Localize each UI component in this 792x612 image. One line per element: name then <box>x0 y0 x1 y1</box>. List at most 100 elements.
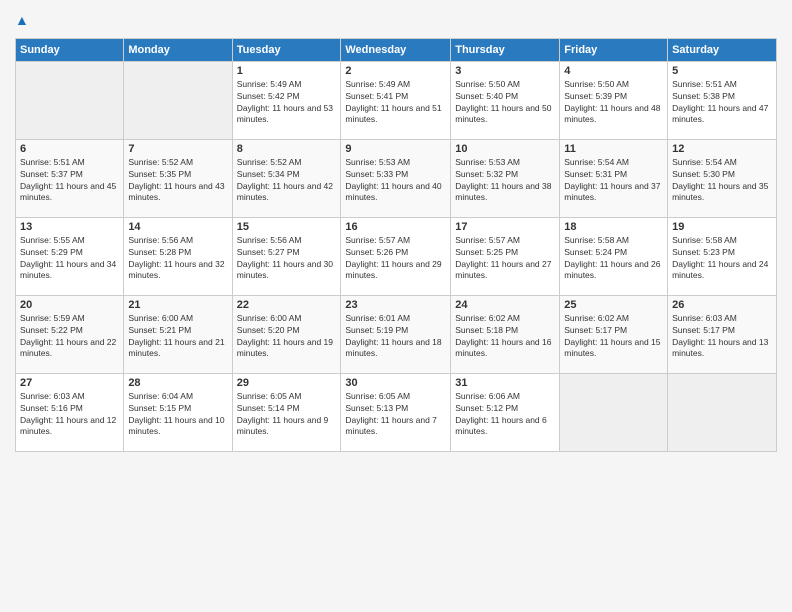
day-number: 12 <box>672 143 772 155</box>
day-number: 31 <box>455 377 555 389</box>
day-number: 23 <box>345 299 446 311</box>
header-day: Thursday <box>451 38 560 61</box>
calendar-cell: 21 Sunrise: 6:00 AM Sunset: 5:21 PM Dayli… <box>124 295 232 373</box>
calendar-cell: 14Sunrise: 5:56 AM Sunset: 5:28 PM Dayli… <box>124 217 232 295</box>
day-number: 21 <box>128 299 227 311</box>
cell-info: Sunrise: 5:49 AM Sunset: 5:42 PM Dayligh… <box>237 79 337 127</box>
calendar-cell: 16Sunrise: 5:57 AM Sunset: 5:26 PM Dayli… <box>341 217 451 295</box>
cell-info: Sunrise: 6:06 AM Sunset: 5:12 PM Dayligh… <box>455 391 555 439</box>
calendar-cell: 17 Sunrise: 5:57 AM Sunset: 5:25 PM Dayli… <box>451 217 560 295</box>
cell-info: Sunrise: 6:02 AM Sunset: 5:18 PM Dayligh… <box>455 313 555 361</box>
header-day: Saturday <box>668 38 777 61</box>
calendar-cell: 5 Sunrise: 5:51 AM Sunset: 5:38 PM Daylig… <box>668 61 777 139</box>
calendar-cell: 18 Sunrise: 5:58 AM Sunset: 5:24 PM Dayli… <box>560 217 668 295</box>
day-number: 9 <box>345 143 446 155</box>
cell-info: Sunrise: 6:00 AM Sunset: 5:21 PM Dayligh… <box>128 313 227 361</box>
cell-info: Sunrise: 5:56 AM Sunset: 5:28 PM Dayligh… <box>128 235 227 283</box>
cell-info: Sunrise: 5:52 AM Sunset: 5:35 PM Dayligh… <box>128 157 227 205</box>
day-number: 3 <box>455 65 555 77</box>
calendar-cell: 2Sunrise: 5:49 AM Sunset: 5:41 PM Daylig… <box>341 61 451 139</box>
logo: ▲ <box>15 10 29 30</box>
calendar-cell: 3 Sunrise: 5:50 AM Sunset: 5:40 PM Daylig… <box>451 61 560 139</box>
calendar-week-row: 13 Sunrise: 5:55 AM Sunset: 5:29 PM Dayli… <box>16 217 777 295</box>
calendar-cell: 23 Sunrise: 6:01 AM Sunset: 5:19 PM Dayli… <box>341 295 451 373</box>
calendar-cell: 25Sunrise: 6:02 AM Sunset: 5:17 PM Dayli… <box>560 295 668 373</box>
cell-info: Sunrise: 5:56 AM Sunset: 5:27 PM Dayligh… <box>237 235 337 283</box>
cell-info: Sunrise: 5:51 AM Sunset: 5:38 PM Dayligh… <box>672 79 772 127</box>
calendar-cell: 28 Sunrise: 6:04 AM Sunset: 5:15 PM Dayli… <box>124 373 232 451</box>
cell-info: Sunrise: 5:55 AM Sunset: 5:29 PM Dayligh… <box>20 235 119 283</box>
day-number: 29 <box>237 377 337 389</box>
cell-info: Sunrise: 5:53 AM Sunset: 5:33 PM Dayligh… <box>345 157 446 205</box>
header-day: Wednesday <box>341 38 451 61</box>
calendar-cell <box>560 373 668 451</box>
day-number: 26 <box>672 299 772 311</box>
logo-general: ▲ <box>15 10 29 30</box>
header-day: Tuesday <box>232 38 341 61</box>
day-number: 22 <box>237 299 337 311</box>
header-day: Monday <box>124 38 232 61</box>
day-number: 6 <box>20 143 119 155</box>
calendar-week-row: 27Sunrise: 6:03 AM Sunset: 5:16 PM Dayli… <box>16 373 777 451</box>
day-number: 27 <box>20 377 119 389</box>
calendar-cell: 13 Sunrise: 5:55 AM Sunset: 5:29 PM Dayli… <box>16 217 124 295</box>
cell-info: Sunrise: 6:03 AM Sunset: 5:17 PM Dayligh… <box>672 313 772 361</box>
cell-info: Sunrise: 5:49 AM Sunset: 5:41 PM Dayligh… <box>345 79 446 127</box>
cell-info: Sunrise: 5:50 AM Sunset: 5:40 PM Dayligh… <box>455 79 555 127</box>
day-number: 11 <box>564 143 663 155</box>
page: ▲ SundayMondayTuesdayWednesdayThursdayFr… <box>0 0 792 612</box>
day-number: 18 <box>564 221 663 233</box>
cell-info: Sunrise: 5:57 AM Sunset: 5:26 PM Dayligh… <box>345 235 446 283</box>
calendar-cell: 15 Sunrise: 5:56 AM Sunset: 5:27 PM Dayli… <box>232 217 341 295</box>
calendar-week-row: 1Sunrise: 5:49 AM Sunset: 5:42 PM Daylig… <box>16 61 777 139</box>
day-number: 4 <box>564 65 663 77</box>
day-number: 13 <box>20 221 119 233</box>
cell-info: Sunrise: 5:54 AM Sunset: 5:30 PM Dayligh… <box>672 157 772 205</box>
calendar-cell: 27Sunrise: 6:03 AM Sunset: 5:16 PM Dayli… <box>16 373 124 451</box>
cell-info: Sunrise: 5:51 AM Sunset: 5:37 PM Dayligh… <box>20 157 119 205</box>
calendar-cell: 8 Sunrise: 5:52 AM Sunset: 5:34 PM Daylig… <box>232 139 341 217</box>
day-number: 20 <box>20 299 119 311</box>
day-number: 15 <box>237 221 337 233</box>
calendar-cell <box>16 61 124 139</box>
calendar-cell: 30 Sunrise: 6:05 AM Sunset: 5:13 PM Dayli… <box>341 373 451 451</box>
day-number: 5 <box>672 65 772 77</box>
cell-info: Sunrise: 6:00 AM Sunset: 5:20 PM Dayligh… <box>237 313 337 361</box>
calendar-cell: 29 Sunrise: 6:05 AM Sunset: 5:14 PM Dayli… <box>232 373 341 451</box>
day-number: 30 <box>345 377 446 389</box>
calendar-table: SundayMondayTuesdayWednesdayThursdayFrid… <box>15 38 777 452</box>
cell-info: Sunrise: 6:01 AM Sunset: 5:19 PM Dayligh… <box>345 313 446 361</box>
calendar-cell: 11 Sunrise: 5:54 AM Sunset: 5:31 PM Dayli… <box>560 139 668 217</box>
cell-info: Sunrise: 5:52 AM Sunset: 5:34 PM Dayligh… <box>237 157 337 205</box>
day-number: 8 <box>237 143 337 155</box>
calendar-cell: 22 Sunrise: 6:00 AM Sunset: 5:20 PM Dayli… <box>232 295 341 373</box>
calendar-cell: 4 Sunrise: 5:50 AM Sunset: 5:39 PM Daylig… <box>560 61 668 139</box>
calendar-cell <box>668 373 777 451</box>
header-day: Friday <box>560 38 668 61</box>
calendar-cell: 31 Sunrise: 6:06 AM Sunset: 5:12 PM Dayli… <box>451 373 560 451</box>
day-number: 17 <box>455 221 555 233</box>
cell-info: Sunrise: 6:05 AM Sunset: 5:13 PM Dayligh… <box>345 391 446 439</box>
day-number: 7 <box>128 143 227 155</box>
cell-info: Sunrise: 5:50 AM Sunset: 5:39 PM Dayligh… <box>564 79 663 127</box>
calendar-cell: 7 Sunrise: 5:52 AM Sunset: 5:35 PM Daylig… <box>124 139 232 217</box>
calendar-cell: 24 Sunrise: 6:02 AM Sunset: 5:18 PM Dayli… <box>451 295 560 373</box>
cell-info: Sunrise: 5:58 AM Sunset: 5:24 PM Dayligh… <box>564 235 663 283</box>
cell-info: Sunrise: 6:04 AM Sunset: 5:15 PM Dayligh… <box>128 391 227 439</box>
cell-info: Sunrise: 5:54 AM Sunset: 5:31 PM Dayligh… <box>564 157 663 205</box>
calendar-cell: 12 Sunrise: 5:54 AM Sunset: 5:30 PM Dayli… <box>668 139 777 217</box>
day-number: 25 <box>564 299 663 311</box>
day-number: 10 <box>455 143 555 155</box>
day-number: 24 <box>455 299 555 311</box>
day-number: 19 <box>672 221 772 233</box>
day-number: 28 <box>128 377 227 389</box>
cell-info: Sunrise: 5:59 AM Sunset: 5:22 PM Dayligh… <box>20 313 119 361</box>
cell-info: Sunrise: 5:57 AM Sunset: 5:25 PM Dayligh… <box>455 235 555 283</box>
cell-info: Sunrise: 6:05 AM Sunset: 5:14 PM Dayligh… <box>237 391 337 439</box>
calendar-cell: 26 Sunrise: 6:03 AM Sunset: 5:17 PM Dayli… <box>668 295 777 373</box>
calendar-cell: 20 Sunrise: 5:59 AM Sunset: 5:22 PM Dayli… <box>16 295 124 373</box>
calendar-week-row: 6 Sunrise: 5:51 AM Sunset: 5:37 PM Daylig… <box>16 139 777 217</box>
cell-info: Sunrise: 5:53 AM Sunset: 5:32 PM Dayligh… <box>455 157 555 205</box>
calendar-cell: 6 Sunrise: 5:51 AM Sunset: 5:37 PM Daylig… <box>16 139 124 217</box>
header-day: Sunday <box>16 38 124 61</box>
